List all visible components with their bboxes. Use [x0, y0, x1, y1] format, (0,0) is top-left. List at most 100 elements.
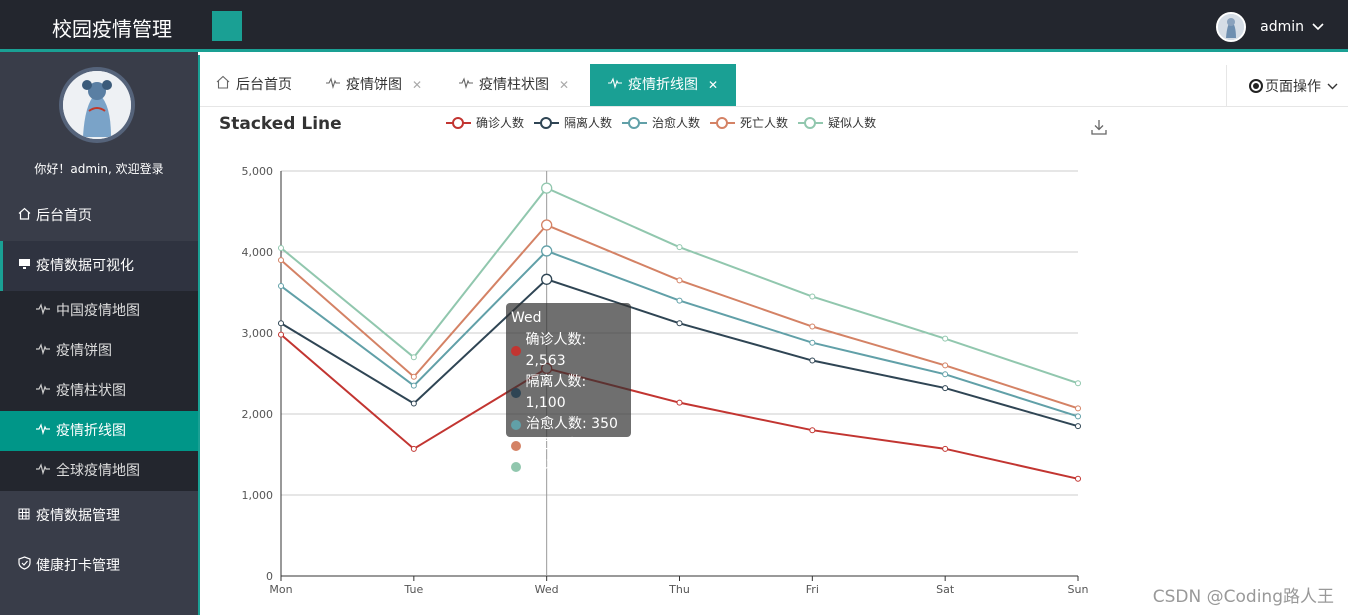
tooltip-row: 确诊人数: 2,563: [511, 330, 626, 372]
tooltip-label: 死亡人数: 320: [526, 437, 618, 453]
x-tick-label: Sat: [936, 583, 955, 596]
data-point: [676, 320, 683, 327]
avatar[interactable]: [1216, 12, 1247, 42]
pulse-icon: [459, 65, 473, 106]
chevron-down-icon[interactable]: [1327, 78, 1338, 94]
tooltip-dot: [511, 346, 521, 356]
data-point: [809, 323, 816, 330]
data-point: [410, 445, 417, 452]
sidebar-item-label: 中国疫情地图: [56, 303, 140, 319]
tab-label[interactable]: 疫情折线图: [628, 65, 698, 106]
pulse-icon: [36, 371, 56, 411]
sidebar-item-label: 疫情数据可视化: [36, 258, 134, 274]
shield-icon: [18, 541, 36, 591]
tab-home[interactable]: 后台首页: [216, 65, 292, 106]
sidebar-item-world-map[interactable]: 全球疫情地图: [0, 451, 198, 491]
tab-label[interactable]: 后台首页: [236, 65, 292, 106]
tooltip-label: 隔离人数: 1,100: [525, 374, 587, 411]
data-point: [942, 362, 949, 369]
tooltip-label: 治愈人数: 350: [526, 416, 618, 432]
data-point: [278, 257, 284, 264]
data-point: [410, 400, 417, 407]
tab-label[interactable]: 疫情饼图: [346, 65, 402, 106]
home-icon: [216, 65, 230, 106]
data-point: [410, 354, 417, 361]
tooltip-title: Wed: [511, 310, 542, 326]
tooltip-row: 疑似人数: 456: [511, 456, 626, 477]
username[interactable]: admin: [1260, 19, 1304, 35]
data-point: [942, 371, 949, 378]
radio-icon: [1249, 78, 1263, 93]
tooltip-dot: [511, 388, 521, 398]
download-icon[interactable]: [1090, 118, 1108, 136]
close-icon[interactable]: ✕: [708, 65, 718, 106]
x-tick-label: Thu: [668, 583, 690, 596]
page-operations-dropdown[interactable]: 页面操作: [1226, 65, 1348, 106]
tooltip-row: 隔离人数: 1,100: [511, 372, 626, 414]
data-point: [278, 320, 284, 327]
data-point: [278, 244, 284, 251]
tab-bar-chart[interactable]: 疫情柱状图 ✕: [459, 65, 569, 106]
data-point: [676, 297, 683, 304]
sidebar-item-data-management[interactable]: 疫情数据管理: [0, 491, 198, 541]
sidebar-item-label: 全球疫情地图: [56, 463, 140, 479]
sidebar-item-visualization[interactable]: 疫情数据可视化: [0, 241, 198, 291]
series-line: [280, 186, 1079, 385]
tab-pie[interactable]: 疫情饼图 ✕: [326, 65, 422, 106]
home-icon: [18, 191, 36, 241]
y-tick-label: 3,000: [242, 327, 274, 340]
tab-label[interactable]: 疫情柱状图: [479, 65, 549, 106]
data-point: [1075, 405, 1081, 412]
sidebar-item-home[interactable]: 后台首页: [0, 191, 198, 241]
tooltip-row: 治愈人数: 350: [511, 414, 626, 435]
sidebar-menu: 后台首页 疫情数据可视化 中国疫情地图 疫情饼图 疫情柱状图 疫情折线图 全球疫…: [0, 191, 198, 591]
close-icon[interactable]: ✕: [559, 65, 569, 106]
sidebar-item-label: 后台首页: [36, 208, 92, 224]
sidebar-item-line[interactable]: 疫情折线图: [0, 411, 198, 451]
user-menu[interactable]: admin: [1216, 12, 1324, 42]
pulse-icon: [36, 451, 56, 491]
sidebar-item-pie[interactable]: 疫情饼图: [0, 331, 198, 371]
data-point: [410, 382, 417, 389]
data-point: [809, 357, 816, 364]
welcome-text: 你好！admin, 欢迎登录: [34, 162, 164, 176]
data-point: [676, 399, 683, 406]
series-line: [280, 333, 1079, 480]
data-point: [1075, 413, 1081, 420]
data-point: [278, 331, 284, 338]
monitor-icon: [18, 241, 36, 291]
pulse-icon: [36, 291, 56, 331]
submenu-visualization: 中国疫情地图 疫情饼图 疫情柱状图 疫情折线图 全球疫情地图: [0, 291, 198, 491]
y-tick-label: 1,000: [242, 489, 274, 502]
sidebar-item-label: 疫情折线图: [56, 423, 126, 439]
data-point: [676, 244, 683, 251]
pulse-icon: [36, 331, 56, 371]
tooltip-label: 确诊人数: 2,563: [525, 332, 587, 369]
tab-line-chart[interactable]: 疫情折线图 ✕: [590, 64, 737, 106]
sidebar-item-label: 疫情饼图: [56, 343, 112, 359]
tooltip-dot: [511, 440, 521, 451]
sidebar-item-china-map[interactable]: 中国疫情地图: [0, 291, 198, 331]
y-tick-label: 5,000: [242, 165, 274, 178]
tooltip-dot: [511, 419, 521, 430]
close-icon[interactable]: ✕: [412, 65, 422, 106]
sidebar-item-bar[interactable]: 疫情柱状图: [0, 371, 198, 411]
data-point: [809, 293, 816, 300]
data-point: [541, 273, 553, 285]
data-point: [1075, 423, 1081, 430]
data-point: [809, 427, 816, 434]
tooltip-label: 疑似人数: 456: [526, 458, 618, 474]
chevron-down-icon[interactable]: [1312, 21, 1324, 34]
grid-icon: [18, 491, 36, 541]
tooltip-row: 死亡人数: 320: [511, 435, 626, 456]
y-tick-label: 2,000: [242, 408, 274, 421]
app-title: 校园疫情管理: [52, 17, 172, 41]
sidebar-item-health-checkin[interactable]: 健康打卡管理: [0, 541, 198, 591]
sidebar-item-label: 健康打卡管理: [36, 558, 120, 574]
page-operations-label[interactable]: 页面操作: [1265, 76, 1321, 96]
x-tick-label: Fri: [806, 583, 819, 596]
data-point: [809, 339, 816, 346]
x-tick-label: Wed: [535, 583, 559, 596]
data-point: [541, 182, 553, 194]
sidebar-toggle-button[interactable]: [212, 11, 242, 41]
